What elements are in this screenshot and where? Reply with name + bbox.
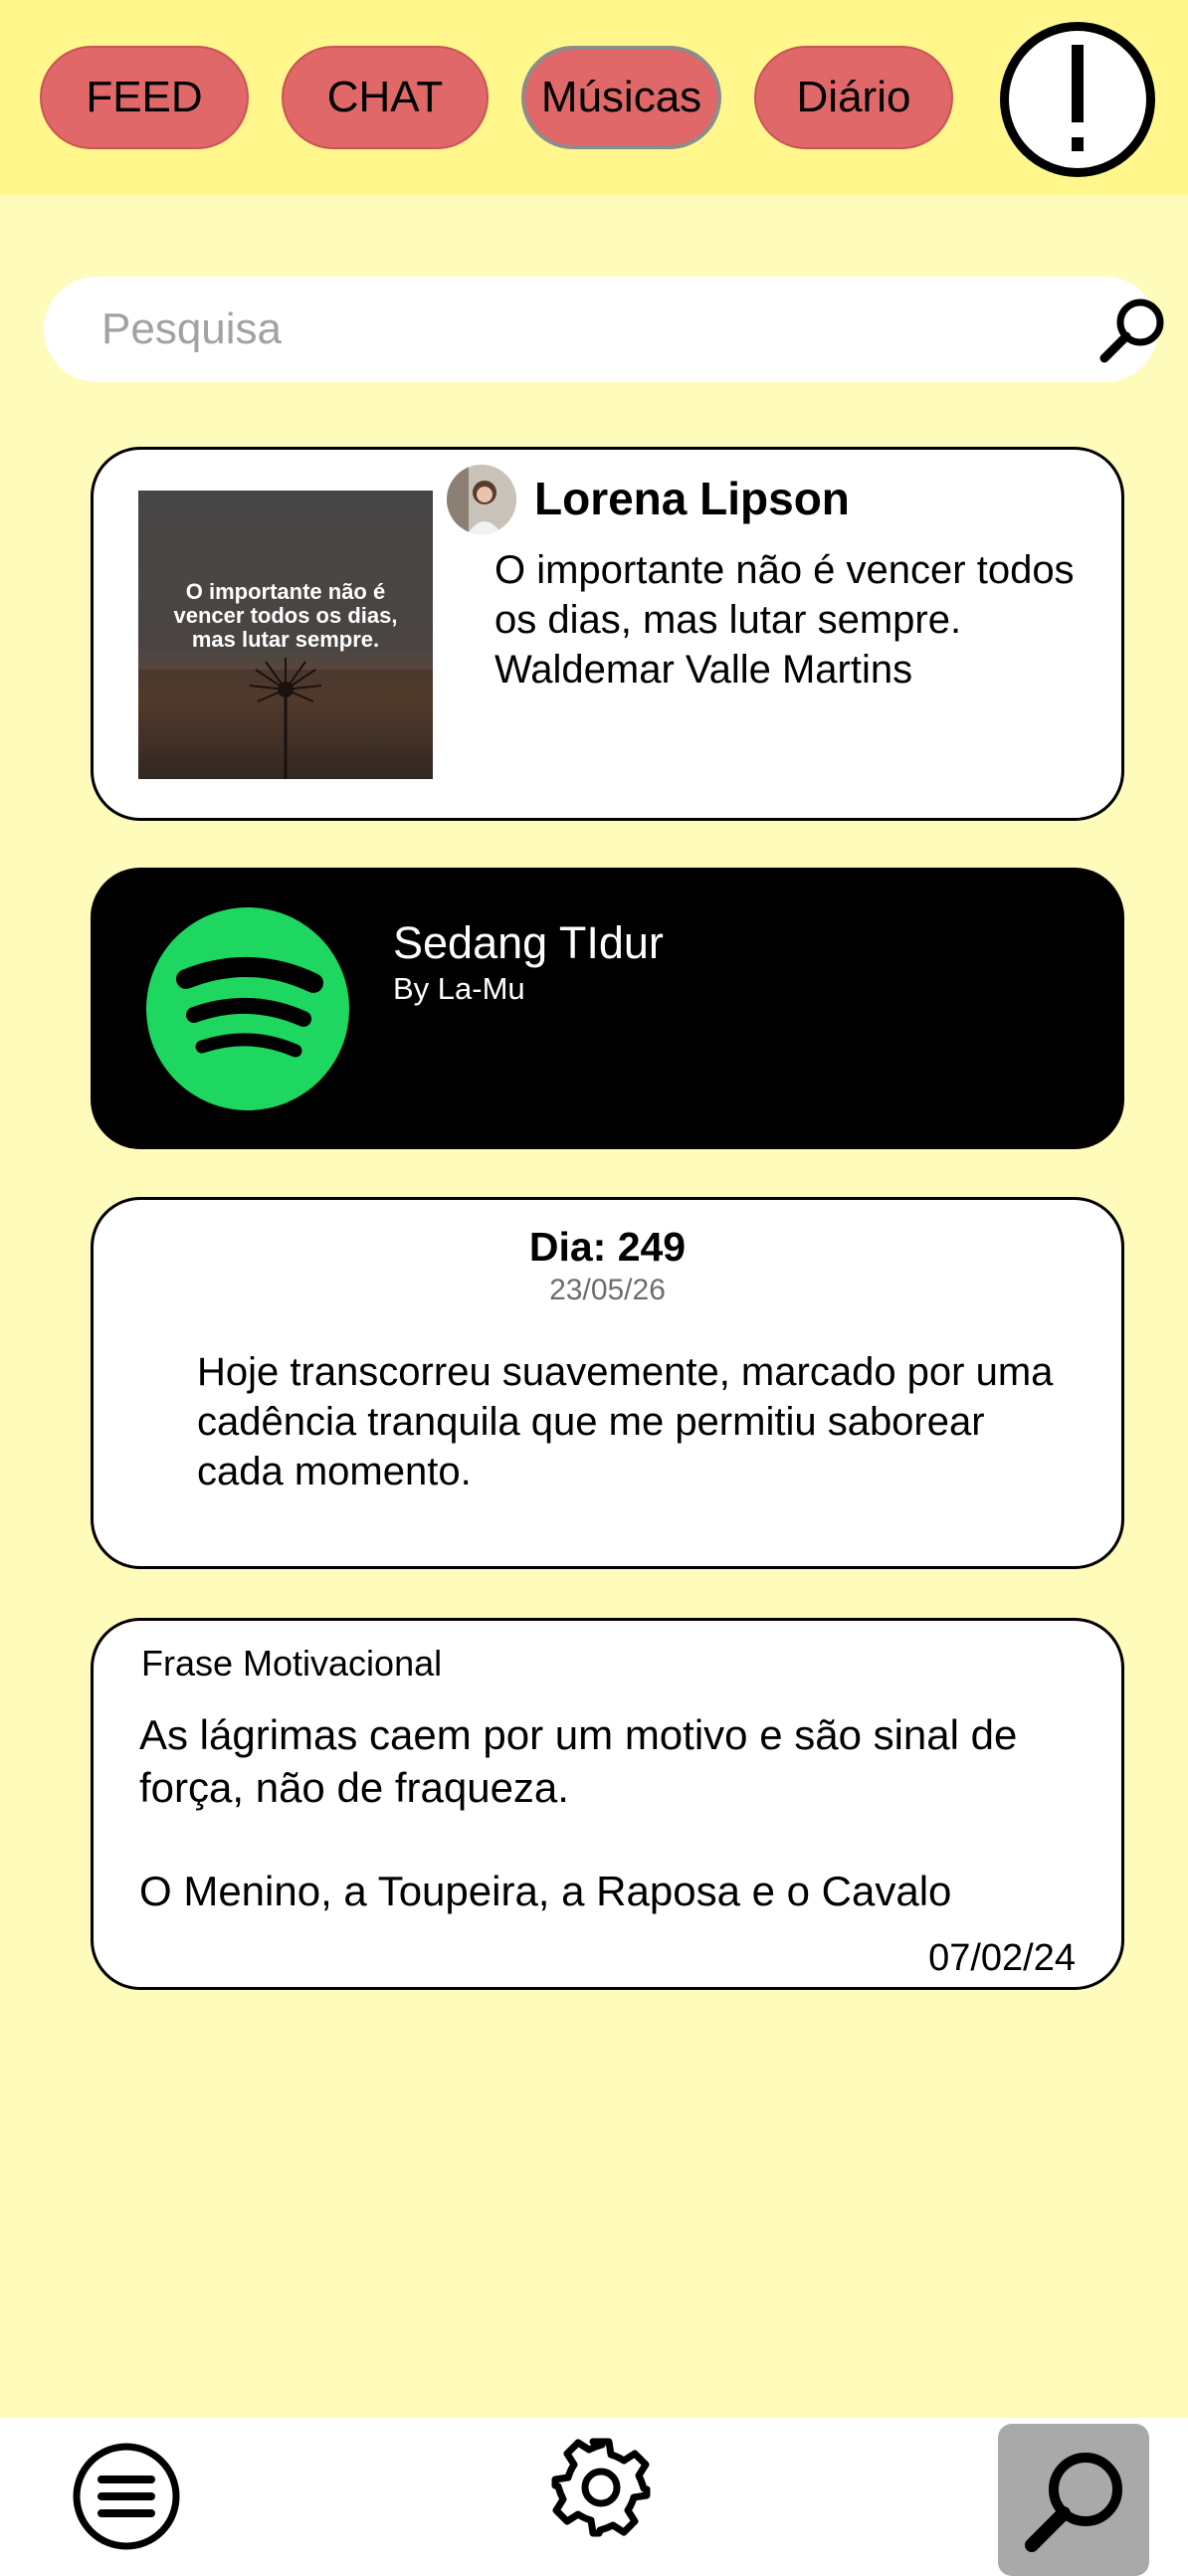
diary-card[interactable]: Dia: 249 23/05/26 Hoje transcorreu suave… — [91, 1197, 1124, 1569]
feed-post-card[interactable]: O importante não é vencer todos os dias,… — [91, 447, 1124, 821]
music-card[interactable]: Sedang TIdur By La-Mu — [91, 868, 1124, 1149]
diary-day: Dia: 249 — [528, 1224, 687, 1270]
motivation-source: O Menino, a Toupeira, a Raposa e o Caval… — [139, 1868, 952, 1914]
diary-text: Hoje transcorreu suavemente, marcado por… — [197, 1350, 1054, 1493]
search-input[interactable] — [101, 277, 1047, 382]
post-author: Lorena Lipson — [534, 473, 850, 524]
motivational-quote-card[interactable]: Frase Motivacional As lágrimas caem por … — [91, 1618, 1124, 1990]
motivation-label: Frase Motivacional — [141, 1643, 443, 1684]
top-nav-bar: FEED CHAT Músicas Diário — [0, 0, 1188, 195]
tab-diario[interactable]: Diário — [754, 46, 953, 149]
motivation-quote: As lágrimas caem por um motivo e são sin… — [139, 1711, 1018, 1811]
exclamation-icon — [1072, 45, 1084, 151]
alert-button[interactable] — [1000, 22, 1155, 177]
gear-icon[interactable] — [549, 2436, 653, 2539]
tab-musicas[interactable]: Músicas — [521, 46, 721, 149]
search-icon[interactable] — [1096, 295, 1168, 366]
bottom-nav-bar — [0, 2418, 1188, 2576]
tab-feed[interactable]: FEED — [40, 46, 249, 149]
avatar[interactable] — [445, 463, 518, 536]
post-image-text: O importante não é vencer todos os dias,… — [173, 579, 398, 652]
diary-date: 23/05/26 — [549, 1274, 666, 1306]
search-icon — [1025, 2453, 1122, 2552]
song-title: Sedang TIdur — [393, 917, 664, 968]
post-image: O importante não é vencer todos os dias,… — [138, 491, 433, 779]
search-bar — [44, 277, 1164, 382]
spotify-icon — [146, 907, 349, 1110]
motivation-date: 07/02/24 — [928, 1937, 1076, 1979]
tab-chat[interactable]: CHAT — [282, 46, 489, 149]
post-text: O importante não é vencer todos os dias,… — [495, 548, 1075, 692]
song-artist: By La-Mu — [393, 971, 525, 1006]
menu-icon[interactable] — [72, 2442, 181, 2551]
search-nav-button[interactable] — [998, 2424, 1149, 2576]
